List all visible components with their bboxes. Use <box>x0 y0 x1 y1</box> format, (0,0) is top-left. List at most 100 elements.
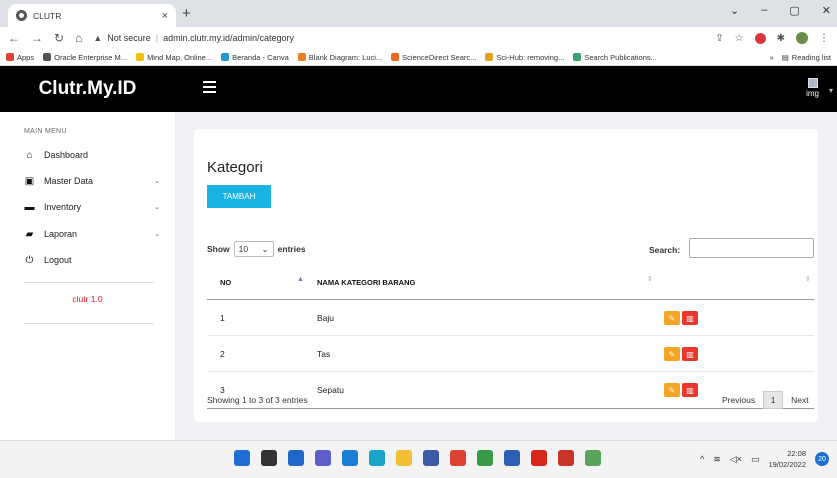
bookmark-item[interactable]: Mind Map, Online... <box>136 53 212 62</box>
hamburger-menu-icon[interactable] <box>203 81 216 93</box>
bookmark-item[interactable]: Oracle Enterprise M... <box>43 53 127 62</box>
sidebar-item-master-data[interactable]: ▣ Master Data ⌄ <box>24 172 160 190</box>
sort-icon: ⇕ <box>805 276 811 283</box>
bookmark-star-icon[interactable]: ☆ <box>735 33 744 44</box>
bookmark-item[interactable]: Beranda - Canva <box>221 53 289 62</box>
scihub-icon <box>485 53 494 61</box>
bookmark-item[interactable]: Sci-Hub: removing... <box>485 53 564 62</box>
toolbar-actions: ⇪ ☆ ✱ ⋮ <box>715 32 829 44</box>
delete-button[interactable]: ▥ <box>682 383 698 397</box>
extensions-puzzle-icon[interactable]: ✱ <box>777 33 785 44</box>
profile-avatar[interactable] <box>796 32 808 44</box>
sidebar-item-logout[interactable]: ⏻ Logout <box>24 251 160 269</box>
chevron-down-icon: ⌄ <box>154 204 160 211</box>
edit-button[interactable]: ✎ <box>664 383 680 397</box>
sidebar-item-label: Master Data <box>44 176 94 186</box>
file-explorer-icon[interactable] <box>396 450 412 466</box>
pagination: Previous 1 Next <box>722 391 809 409</box>
wifi-icon[interactable]: ≋ <box>713 454 721 465</box>
battery-icon[interactable]: ▭ <box>751 454 760 465</box>
home-icon[interactable]: ⌂ <box>75 31 82 45</box>
pagination-next[interactable]: Next <box>791 395 808 405</box>
row-actions: ✎ ▥ <box>664 311 698 325</box>
sort-icon: ⇕ <box>647 276 653 283</box>
store-icon[interactable] <box>423 450 439 466</box>
pencil-icon: ✎ <box>668 349 676 359</box>
user-dropdown-caret-icon[interactable]: ▾ <box>829 86 833 95</box>
tray-chevron-icon[interactable]: ^ <box>700 454 704 464</box>
chrome-alt-icon[interactable] <box>585 450 601 466</box>
book-icon: ▰ <box>25 228 34 240</box>
bookmark-item[interactable]: Apps <box>6 53 34 62</box>
add-category-button[interactable]: TAMBAH <box>207 185 271 208</box>
windows-start-icon[interactable] <box>234 450 250 466</box>
site-favicon-icon <box>16 10 27 21</box>
edit-button[interactable]: ✎ <box>664 347 680 361</box>
security-label: Not secure <box>107 33 151 43</box>
task-view-icon[interactable] <box>288 450 304 466</box>
new-tab-button[interactable]: + <box>182 5 191 22</box>
forward-icon[interactable]: → <box>31 31 43 45</box>
column-header-no[interactable]: NO <box>220 265 231 299</box>
notification-badge[interactable]: 20 <box>815 452 829 466</box>
search-icon[interactable] <box>261 450 277 466</box>
browser-menu-icon[interactable]: ⋮ <box>819 33 829 44</box>
browser-tab[interactable]: CLUTR × <box>8 4 176 27</box>
search-input[interactable] <box>689 238 814 258</box>
reload-icon[interactable]: ↻ <box>54 31 64 45</box>
tab-search-icon[interactable]: ⌄ <box>730 4 739 17</box>
power-icon: ⏻ <box>25 254 34 266</box>
acrobat-icon[interactable] <box>531 450 547 466</box>
app-version: clutr 1.0 <box>72 294 103 304</box>
reading-list-icon: ▤ <box>781 52 789 62</box>
mindmap-icon <box>136 53 145 61</box>
sidebar: MAIN MENU ⌂ Dashboard ▣ Master Data ⌄ ▬ … <box>0 112 175 440</box>
entries-length-select[interactable]: 10 ⌄ <box>233 241 274 257</box>
table-info: Showing 1 to 3 of 3 entries <box>207 395 308 405</box>
cell-name: Tas <box>317 349 331 359</box>
reading-list-button[interactable]: ▤ Reading list <box>782 53 831 62</box>
chrome-profile-icon[interactable] <box>477 450 493 466</box>
clock[interactable]: 22:08 19/02/2022 <box>768 448 806 470</box>
delete-button[interactable]: ▥ <box>682 311 698 325</box>
publications-icon <box>573 53 582 61</box>
bookmark-item[interactable]: Search Publications... <box>573 53 657 62</box>
length-prefix: Show <box>207 244 230 254</box>
inventory-icon: ▬ <box>24 201 35 213</box>
minimize-icon[interactable]: – <box>761 4 767 17</box>
chrome-icon[interactable] <box>450 450 466 466</box>
oracle-icon <box>43 53 52 61</box>
sidebar-item-inventory[interactable]: ▬ Inventory ⌄ <box>24 198 161 216</box>
search-label: Search: <box>649 245 681 255</box>
maximize-icon[interactable]: ▢ <box>789 4 799 17</box>
delete-button[interactable]: ▥ <box>682 347 698 361</box>
column-header-name[interactable]: NAMA KATEGORI BARANG <box>317 265 415 299</box>
edit-button[interactable]: ✎ <box>664 311 680 325</box>
tab-close-icon[interactable]: × <box>162 10 168 22</box>
trash-icon: ▥ <box>686 349 694 359</box>
adblock-extension-icon[interactable] <box>754 32 766 44</box>
url-field[interactable]: ▲ Not secure | admin.clutr.my.id/admin/c… <box>93 29 704 47</box>
sciencedirect-icon <box>391 53 400 61</box>
more-bookmarks-button[interactable]: » <box>770 53 774 62</box>
powerpoint-icon[interactable] <box>558 450 574 466</box>
pagination-previous[interactable]: Previous <box>722 395 755 405</box>
length-suffix: entries <box>277 244 306 254</box>
brand-logo[interactable]: Clutr.My.ID <box>0 66 175 112</box>
pagination-current-page[interactable]: 1 <box>763 391 784 409</box>
word-icon[interactable] <box>504 450 520 466</box>
sidebar-item-dashboard[interactable]: ⌂ Dashboard <box>24 146 160 164</box>
share-icon[interactable]: ⇪ <box>715 33 723 44</box>
mail-icon[interactable] <box>342 450 358 466</box>
chat-icon[interactable] <box>315 450 331 466</box>
volume-icon[interactable]: ◁× <box>730 454 742 465</box>
sidebar-item-laporan[interactable]: ▰ Laporan ⌄ <box>24 225 160 243</box>
user-avatar[interactable]: img <box>806 78 819 99</box>
back-icon[interactable]: ← <box>8 31 20 45</box>
bookmark-item[interactable]: ScienceDirect Searc... <box>391 53 476 62</box>
edge-icon[interactable] <box>369 450 385 466</box>
apps-grid-icon <box>6 53 14 61</box>
bookmark-item[interactable]: Blank Diagram: Luci... <box>297 53 382 62</box>
bookmarks-bar: Apps Oracle Enterprise M... Mind Map, On… <box>0 49 837 66</box>
close-window-icon[interactable]: ✕ <box>822 4 831 17</box>
